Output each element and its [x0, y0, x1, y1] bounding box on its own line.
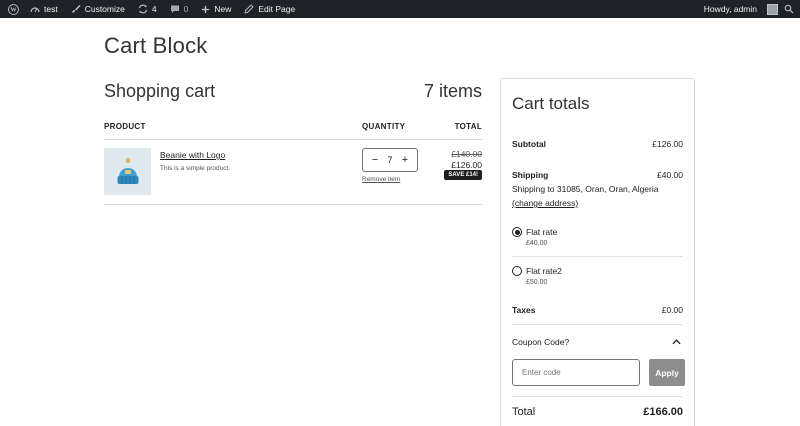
shipping-label: Shipping: [512, 170, 549, 180]
cart-table-header: PRODUCT QUANTITY TOTAL: [104, 122, 482, 140]
taxes-label: Taxes: [512, 305, 536, 315]
change-address-link[interactable]: (change address): [512, 198, 578, 208]
column-header-total: TOTAL: [454, 122, 482, 131]
wordpress-logo-icon[interactable]: W: [4, 0, 23, 18]
total-divider: [512, 396, 683, 397]
comments-count: 0: [183, 4, 189, 14]
customize-link[interactable]: Customize: [71, 0, 132, 18]
cart-totals-title: Cart totals: [512, 94, 590, 113]
avatar[interactable]: [767, 3, 778, 15]
paintbrush-icon: [71, 4, 81, 14]
pencil-icon: [244, 4, 254, 14]
admin-bar: W test Customize 4 0 New Edit Page Howdy…: [0, 0, 800, 18]
svg-text:W: W: [10, 7, 16, 13]
new-content-link[interactable]: New: [201, 0, 238, 18]
subtotal-label: Subtotal: [512, 139, 546, 149]
product-thumbnail[interactable]: [104, 148, 151, 195]
updates-icon: [138, 4, 148, 14]
taxes-value: £0.00: [661, 305, 683, 315]
beanie-image-icon: [117, 157, 138, 184]
comments-link[interactable]: 0: [170, 0, 196, 18]
shipping-value: £40.00: [657, 170, 683, 180]
search-icon[interactable]: [784, 0, 800, 18]
dashboard-icon: [30, 5, 40, 14]
shipping-option-label[interactable]: Flat rate: [526, 227, 557, 237]
column-header-quantity: QUANTITY: [362, 122, 406, 131]
howdy-user-link[interactable]: Howdy, admin: [704, 0, 764, 18]
shipping-option-price: £50.00: [526, 279, 548, 286]
total-label: Total: [512, 406, 536, 418]
shipping-option-flat-rate2-radio[interactable]: [512, 266, 522, 276]
customize-label: Customize: [84, 4, 125, 14]
updates-count: 4: [151, 4, 157, 14]
quantity-stepper: − 7 +: [362, 148, 418, 172]
subtotal-value: £126.00: [652, 139, 683, 149]
edit-page-link[interactable]: Edit Page: [244, 0, 302, 18]
shipping-option-price: £40.00: [526, 240, 548, 247]
site-name-label: test: [44, 4, 58, 14]
cart-item-row: Beanie with Logo This is a simple produc…: [104, 148, 482, 204]
taxes-divider: [512, 324, 683, 325]
coupon-code-input[interactable]: [512, 359, 640, 386]
cart-heading: Shopping cart: [104, 81, 216, 101]
quantity-value[interactable]: 7: [387, 155, 392, 165]
updates-link[interactable]: 4: [138, 0, 164, 18]
remove-item-link[interactable]: Remove item: [362, 176, 400, 183]
product-description: This is a simple product.: [160, 165, 231, 172]
shipping-option-label[interactable]: Flat rate2: [526, 266, 562, 276]
edit-page-label: Edit Page: [258, 4, 296, 14]
product-name-link[interactable]: Beanie with Logo: [160, 150, 225, 160]
price-current: £126.00: [451, 160, 482, 170]
column-header-product: PRODUCT: [104, 122, 146, 131]
quantity-increase-button[interactable]: +: [399, 154, 411, 166]
row-divider: [104, 204, 482, 205]
comment-bubble-icon: [170, 4, 180, 14]
apply-coupon-button[interactable]: Apply: [649, 359, 685, 386]
shipping-options-divider: [512, 256, 683, 257]
plus-icon: [201, 5, 210, 14]
new-label: New: [214, 4, 232, 14]
site-name-link[interactable]: test: [30, 0, 65, 18]
save-badge: SAVE £14!: [444, 170, 482, 180]
coupon-toggle-label[interactable]: Coupon Code?: [512, 337, 569, 347]
items-count: 7 items: [423, 81, 482, 101]
total-value: £166.00: [643, 406, 683, 418]
shipping-destination: Shipping to 31085, Oran, Oran, Algeria: [512, 184, 659, 194]
price-original: £140.00: [451, 149, 482, 159]
shipping-option-flat-rate-radio[interactable]: [512, 227, 522, 237]
chevron-up-icon[interactable]: [669, 336, 683, 348]
quantity-decrease-button[interactable]: −: [369, 154, 381, 166]
page-title: Cart Block: [104, 33, 208, 58]
cart-totals-panel: Cart totals Subtotal £126.00 Shipping £4…: [500, 78, 695, 426]
